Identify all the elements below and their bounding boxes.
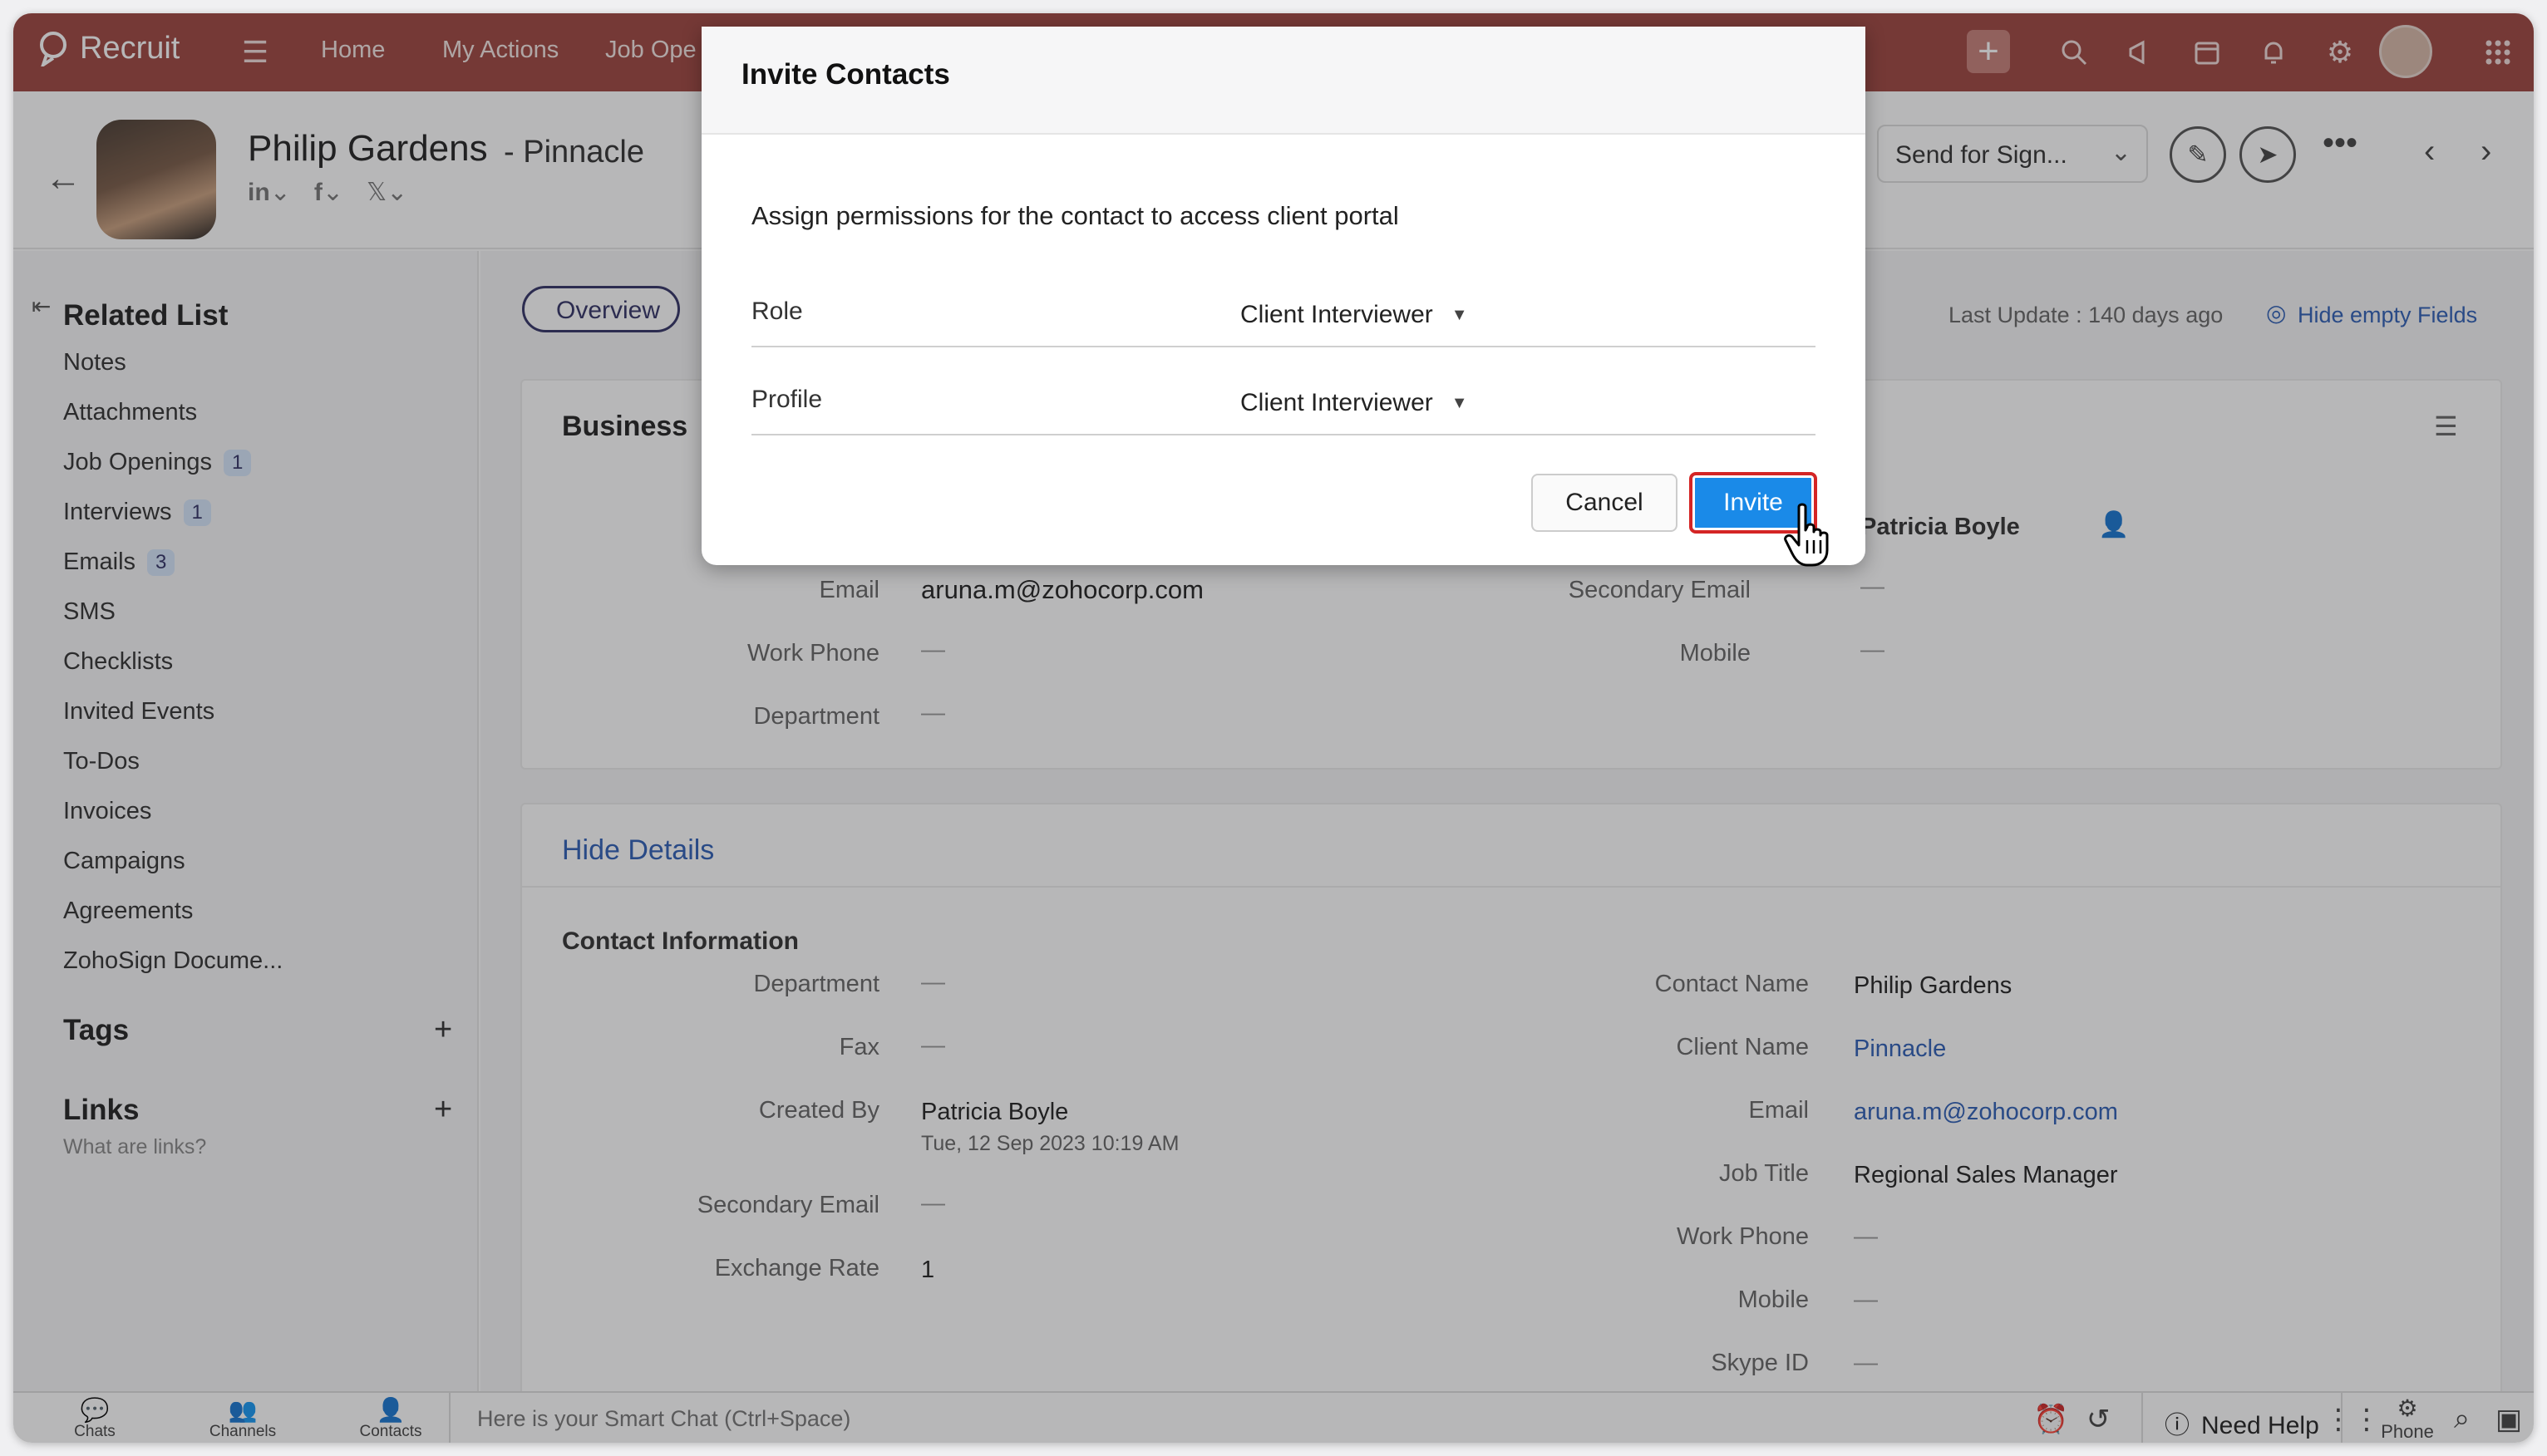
profile-label: Profile xyxy=(751,386,823,413)
hand-pointer-cursor-icon xyxy=(1784,503,1829,567)
profile-select[interactable]: Client Interviewer ▼ xyxy=(1240,389,1468,417)
dialog-description: Assign permissions for the contact to ac… xyxy=(751,201,1399,230)
role-field: Role Client Interviewer ▼ xyxy=(751,288,1815,347)
app-window: Recruit ☰ Home My Actions Job Ope + ⚙ ← … xyxy=(13,13,2534,1443)
dropdown-caret-icon: ▼ xyxy=(1451,305,1468,324)
role-select[interactable]: Client Interviewer ▼ xyxy=(1240,301,1468,329)
profile-selected-value: Client Interviewer xyxy=(1240,389,1433,416)
role-selected-value: Client Interviewer xyxy=(1240,301,1433,328)
cancel-button[interactable]: Cancel xyxy=(1531,474,1677,532)
role-label: Role xyxy=(751,298,803,325)
invite-contacts-dialog: Invite Contacts Assign permissions for t… xyxy=(702,27,1865,567)
dialog-header: Invite Contacts xyxy=(702,27,1865,135)
profile-field: Profile Client Interviewer ▼ xyxy=(751,376,1815,435)
dropdown-caret-icon: ▼ xyxy=(1451,393,1468,412)
dialog-title: Invite Contacts xyxy=(741,58,950,91)
